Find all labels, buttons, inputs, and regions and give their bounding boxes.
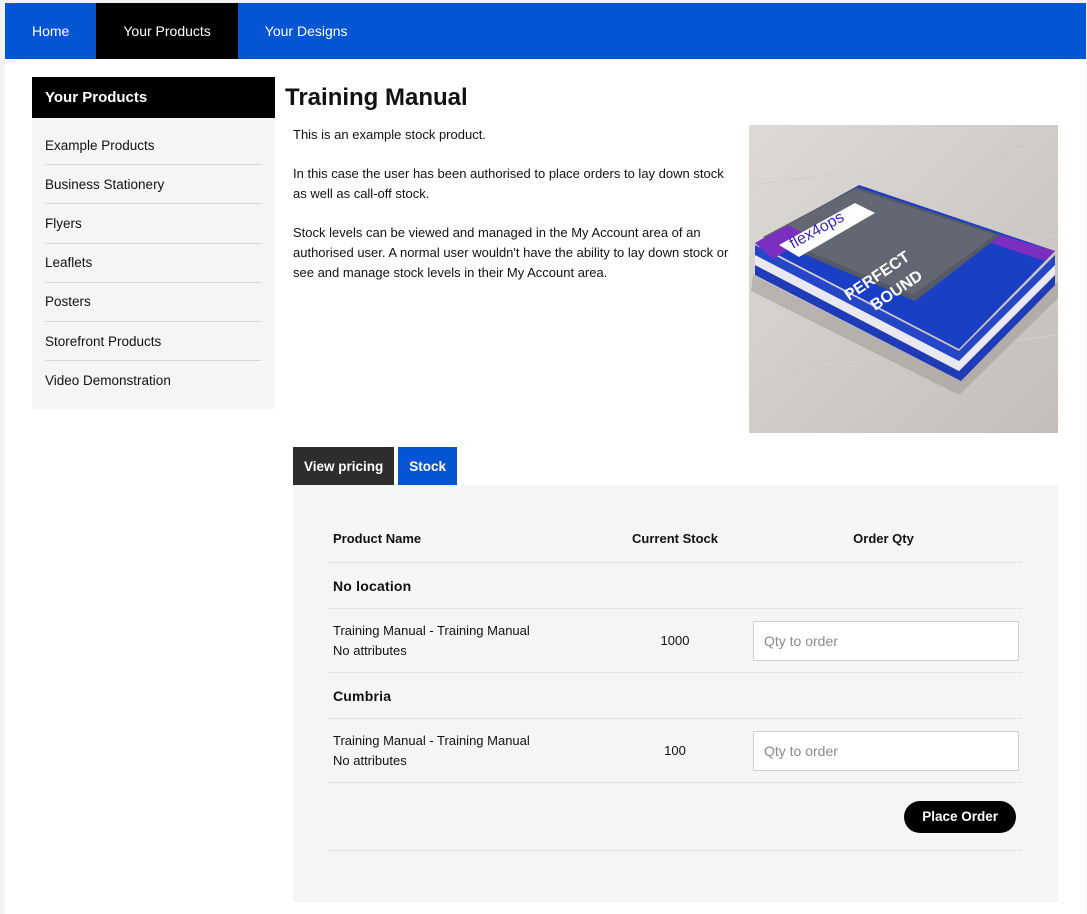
qty-cell	[745, 620, 1022, 661]
location-label: No location	[333, 577, 412, 594]
table-row: Training Manual - Training Manual No att…	[329, 609, 1022, 673]
sidebar-list: Example Products Business Stationery Fly…	[32, 118, 275, 400]
stock-table: Product Name Current Stock Order Qty No …	[329, 515, 1022, 851]
product-cell: Training Manual - Training Manual No att…	[329, 731, 605, 771]
location-row: Cumbria	[329, 673, 1022, 719]
qty-cell	[745, 730, 1022, 771]
product-attributes: No attributes	[333, 752, 407, 768]
product-image: flex4ops PERFECT BOUND	[749, 125, 1058, 433]
product-description: This is an example stock product. In thi…	[293, 125, 733, 302]
order-row: Place Order	[329, 783, 1022, 851]
sidebar-item-video-demonstration[interactable]: Video Demonstration	[45, 361, 261, 400]
page: Home Your Products Your Designs Your Pro…	[5, 3, 1086, 914]
current-stock-value: 1000	[660, 633, 690, 648]
qty-input[interactable]	[753, 730, 1019, 771]
sidebar-title: Your Products	[32, 77, 275, 118]
header-current-stock: Current Stock	[632, 531, 718, 546]
page-title: Training Manual	[285, 84, 468, 111]
product-attributes: No attributes	[333, 642, 407, 658]
sidebar-item-storefront-products[interactable]: Storefront Products	[45, 322, 261, 362]
nav-your-products[interactable]: Your Products	[96, 3, 238, 59]
current-stock-value: 100	[664, 743, 686, 758]
location-label: Cumbria	[333, 687, 392, 704]
book-illustration: flex4ops PERFECT BOUND	[749, 125, 1058, 433]
stock-panel: Product Name Current Stock Order Qty No …	[293, 485, 1058, 902]
tab-view-pricing[interactable]: View pricing	[293, 447, 395, 485]
tab-stock[interactable]: Stock	[398, 447, 458, 485]
product-name: Training Manual - Training Manual	[333, 622, 530, 638]
sidebar-item-business-stationery[interactable]: Business Stationery	[45, 165, 261, 205]
sidebar-item-posters[interactable]: Posters	[45, 283, 261, 322]
sidebar-item-leaflets[interactable]: Leaflets	[45, 244, 261, 283]
header-product-name: Product Name	[333, 530, 422, 546]
description-paragraph: In this case the user has been authorise…	[293, 166, 724, 202]
qty-input[interactable]	[753, 620, 1019, 661]
top-nav: Home Your Products Your Designs	[5, 3, 1086, 59]
nav-home[interactable]: Home	[5, 3, 96, 59]
table-row: Training Manual - Training Manual No att…	[329, 719, 1022, 783]
tab-bar: View pricing Stock	[293, 447, 458, 485]
nav-your-designs[interactable]: Your Designs	[238, 3, 375, 59]
description-paragraph: Stock levels can be viewed and managed i…	[293, 225, 729, 280]
table-header-row: Product Name Current Stock Order Qty	[329, 515, 1022, 563]
product-name: Training Manual - Training Manual	[333, 732, 530, 748]
sidebar-item-flyers[interactable]: Flyers	[45, 204, 261, 244]
sidebar-item-example-products[interactable]: Example Products	[45, 126, 261, 166]
place-order-button[interactable]: Place Order	[904, 800, 1016, 833]
product-cell: Training Manual - Training Manual No att…	[329, 621, 605, 661]
description-paragraph: This is an example stock product.	[293, 127, 486, 142]
location-row: No location	[329, 563, 1022, 609]
header-order-qty: Order Qty	[853, 531, 914, 546]
sidebar: Your Products Example Products Business …	[32, 77, 275, 409]
